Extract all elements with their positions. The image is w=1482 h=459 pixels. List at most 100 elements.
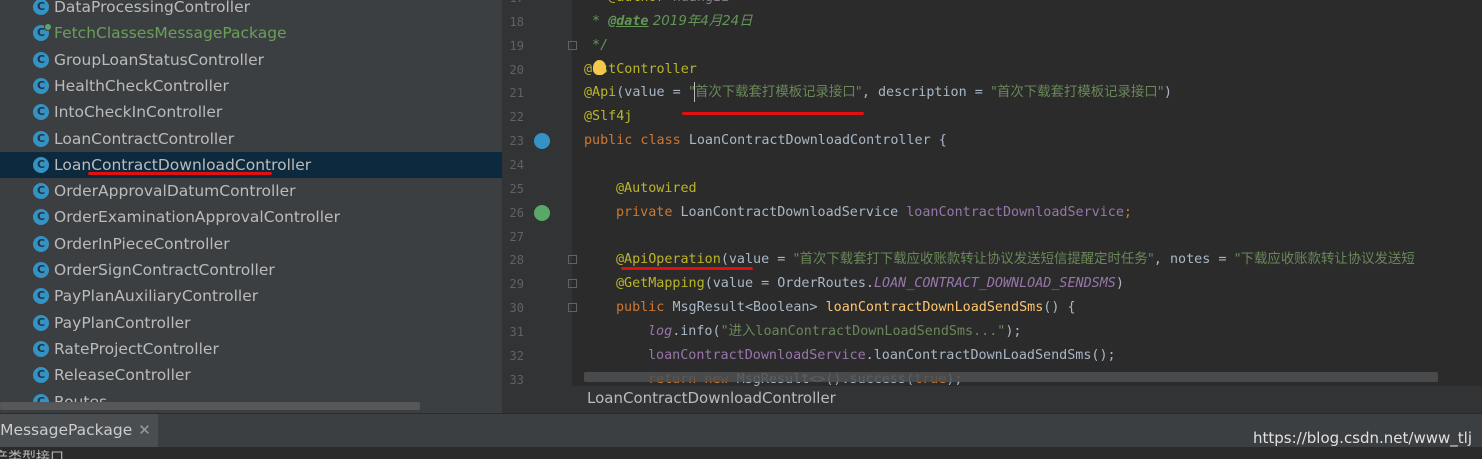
code-token: , notes = (1153, 252, 1235, 268)
tree-item[interactable]: C OrderExaminationApprovalController (0, 204, 502, 230)
code-token: () { (1043, 300, 1076, 316)
tree-item[interactable]: C FetchClassesMessagePackage (0, 20, 502, 46)
fold-marker-icon[interactable] (568, 40, 577, 50)
line-number: 25 (509, 181, 524, 196)
text-caret (694, 82, 695, 102)
run-tab[interactable]: sMessagePackage ✕ (0, 414, 158, 447)
line-number: 30 (509, 301, 524, 316)
tree-item[interactable]: C OrderInPieceController (0, 231, 502, 257)
code-token: LoanContractDownloadController { (688, 133, 947, 149)
line-number: 27 (509, 229, 524, 244)
code-line-23[interactable]: public class LoanContractDownloadControl… (584, 129, 947, 153)
code-token: @Slf4j (584, 109, 633, 125)
fold-marker-icon[interactable] (568, 303, 577, 313)
tree-item[interactable]: C IntoCheckInController (0, 99, 502, 125)
code-token: ) (1163, 85, 1172, 101)
tree-item[interactable]: C GroupLoanStatusController (0, 47, 502, 73)
line-number: 21 (509, 86, 524, 101)
class-icon: C (33, 340, 49, 357)
code-token: @Autowired (616, 180, 697, 196)
class-icon: C (33, 51, 49, 68)
project-tree-horizontal-scrollbar[interactable] (0, 402, 420, 410)
code-token: @GetMapping (616, 276, 705, 292)
code-line-26[interactable]: private LoanContractDownloadService loan… (616, 201, 1132, 225)
code-token: private (616, 204, 681, 220)
line-number: 28 (509, 253, 524, 268)
class-icon: C (33, 262, 49, 278)
code-token: (value = (720, 252, 794, 268)
code-line-18[interactable]: * @date 2019年4月24日 (584, 10, 753, 34)
code-token: 2019年4月24日 (648, 13, 753, 29)
code-token: loanContractDownloadService (648, 347, 866, 363)
class-icon: C (33, 367, 49, 384)
tree-item[interactable]: C LoanContractController (0, 126, 502, 152)
implemented-marker-icon[interactable] (534, 133, 550, 150)
tree-item[interactable]: C HealthCheckController (0, 73, 502, 99)
code-line-31[interactable]: log.info("进入loanContractDownLoadSendSms.… (648, 320, 1021, 344)
close-icon[interactable]: ✕ (138, 414, 151, 447)
code-token: "首次下载套打下载应收账款转让协议发送短信提醒定时任务" (793, 252, 1154, 268)
line-number: 23 (509, 134, 524, 149)
tree-item-label: HealthCheckController (54, 76, 229, 95)
class-icon: C (33, 77, 49, 94)
code-line-19[interactable]: */ (584, 34, 608, 58)
code-token: "首次下载套打模板记录接口" (990, 85, 1164, 101)
run-tab-label[interactable]: sMessagePackage (0, 421, 132, 439)
tree-item[interactable]: C ReleaseController (0, 362, 502, 388)
tree-item-label: PayPlanController (54, 313, 191, 332)
class-icon: C (33, 235, 49, 252)
code-token: , description = (861, 85, 991, 101)
tree-item[interactable]: C PayPlanController (0, 310, 502, 336)
fold-marker-icon[interactable] (568, 255, 577, 265)
tree-item[interactable]: C RateProjectController (0, 336, 502, 362)
red-annotation-underline-api (682, 112, 864, 115)
class-icon: C (33, 104, 49, 121)
lightbulb-icon[interactable] (593, 60, 606, 75)
line-number: 19 (509, 38, 524, 53)
code-token: .info( (672, 323, 721, 339)
tree-item[interactable]: C OrderApprovalDatumController (0, 178, 502, 204)
code-token: @author (608, 0, 664, 5)
tree-item[interactable]: C OrderSignContractController (0, 257, 502, 283)
line-number: 26 (509, 205, 524, 220)
code-token: LoanContractDownloadService (680, 204, 907, 220)
code-token: loanContractDownLoadSendSms (825, 300, 1044, 316)
code-line-22[interactable]: @Slf4j (584, 105, 632, 129)
code-line-21[interactable]: @Api(value = "首次下载套打模板记录接口", description… (584, 81, 1172, 105)
breadcrumb-label[interactable]: LoanContractDownloadController (587, 389, 836, 407)
code-line-32[interactable]: loanContractDownloadService.loanContract… (648, 344, 1116, 368)
code-line-17[interactable]: * @author huangzi (584, 0, 729, 10)
code-token: LOAN_CONTRACT_DOWNLOAD_SENDSMS (874, 276, 1116, 292)
code-token: ) (1115, 276, 1124, 292)
class-icon: C (33, 288, 49, 305)
red-annotation-underline-apioperation (621, 267, 753, 270)
editor-horizontal-scrollbar[interactable] (584, 372, 1438, 382)
code-token: estController (592, 61, 697, 77)
class-icon: C (33, 209, 49, 226)
code-line-29[interactable]: @GetMapping(value = OrderRoutes.LOAN_CON… (616, 272, 1124, 296)
code-line-30[interactable]: public MsgResult<Boolean> loanContractDo… (616, 296, 1076, 320)
tree-item-label: OrderSignContractController (54, 261, 275, 279)
code-token: public (616, 300, 673, 316)
class-icon: C (33, 23, 52, 42)
tree-item-label: OrderInPieceController (54, 234, 230, 253)
class-icon: C (33, 0, 49, 15)
injection-marker-icon[interactable] (534, 204, 550, 221)
watermark: https://blog.csdn.net/www_tlj (1253, 429, 1472, 447)
tree-item-label: RateProjectController (54, 339, 219, 358)
breadcrumb[interactable]: LoanContractDownloadController (502, 386, 1482, 413)
code-token: @Api (584, 85, 617, 101)
code-token: loanContractDownloadService (906, 204, 1124, 220)
tree-item-label: OrderExaminationApprovalController (54, 208, 340, 227)
console-line: 产类型接口 (0, 450, 64, 459)
fold-marker-icon[interactable] (568, 279, 577, 289)
code-token: ; (1123, 204, 1132, 220)
tree-item[interactable]: C DataProcessingController (0, 0, 502, 20)
tree-item-label: LoanContractController (54, 129, 235, 148)
code-line-25[interactable]: @Autowired (616, 177, 697, 201)
code-token: (value = OrderRoutes. (704, 276, 874, 292)
tree-item-label: ReleaseController (54, 366, 191, 385)
tree-item[interactable]: C PayPlanAuxiliaryController (0, 283, 502, 309)
red-annotation-underline-tree (88, 172, 272, 175)
